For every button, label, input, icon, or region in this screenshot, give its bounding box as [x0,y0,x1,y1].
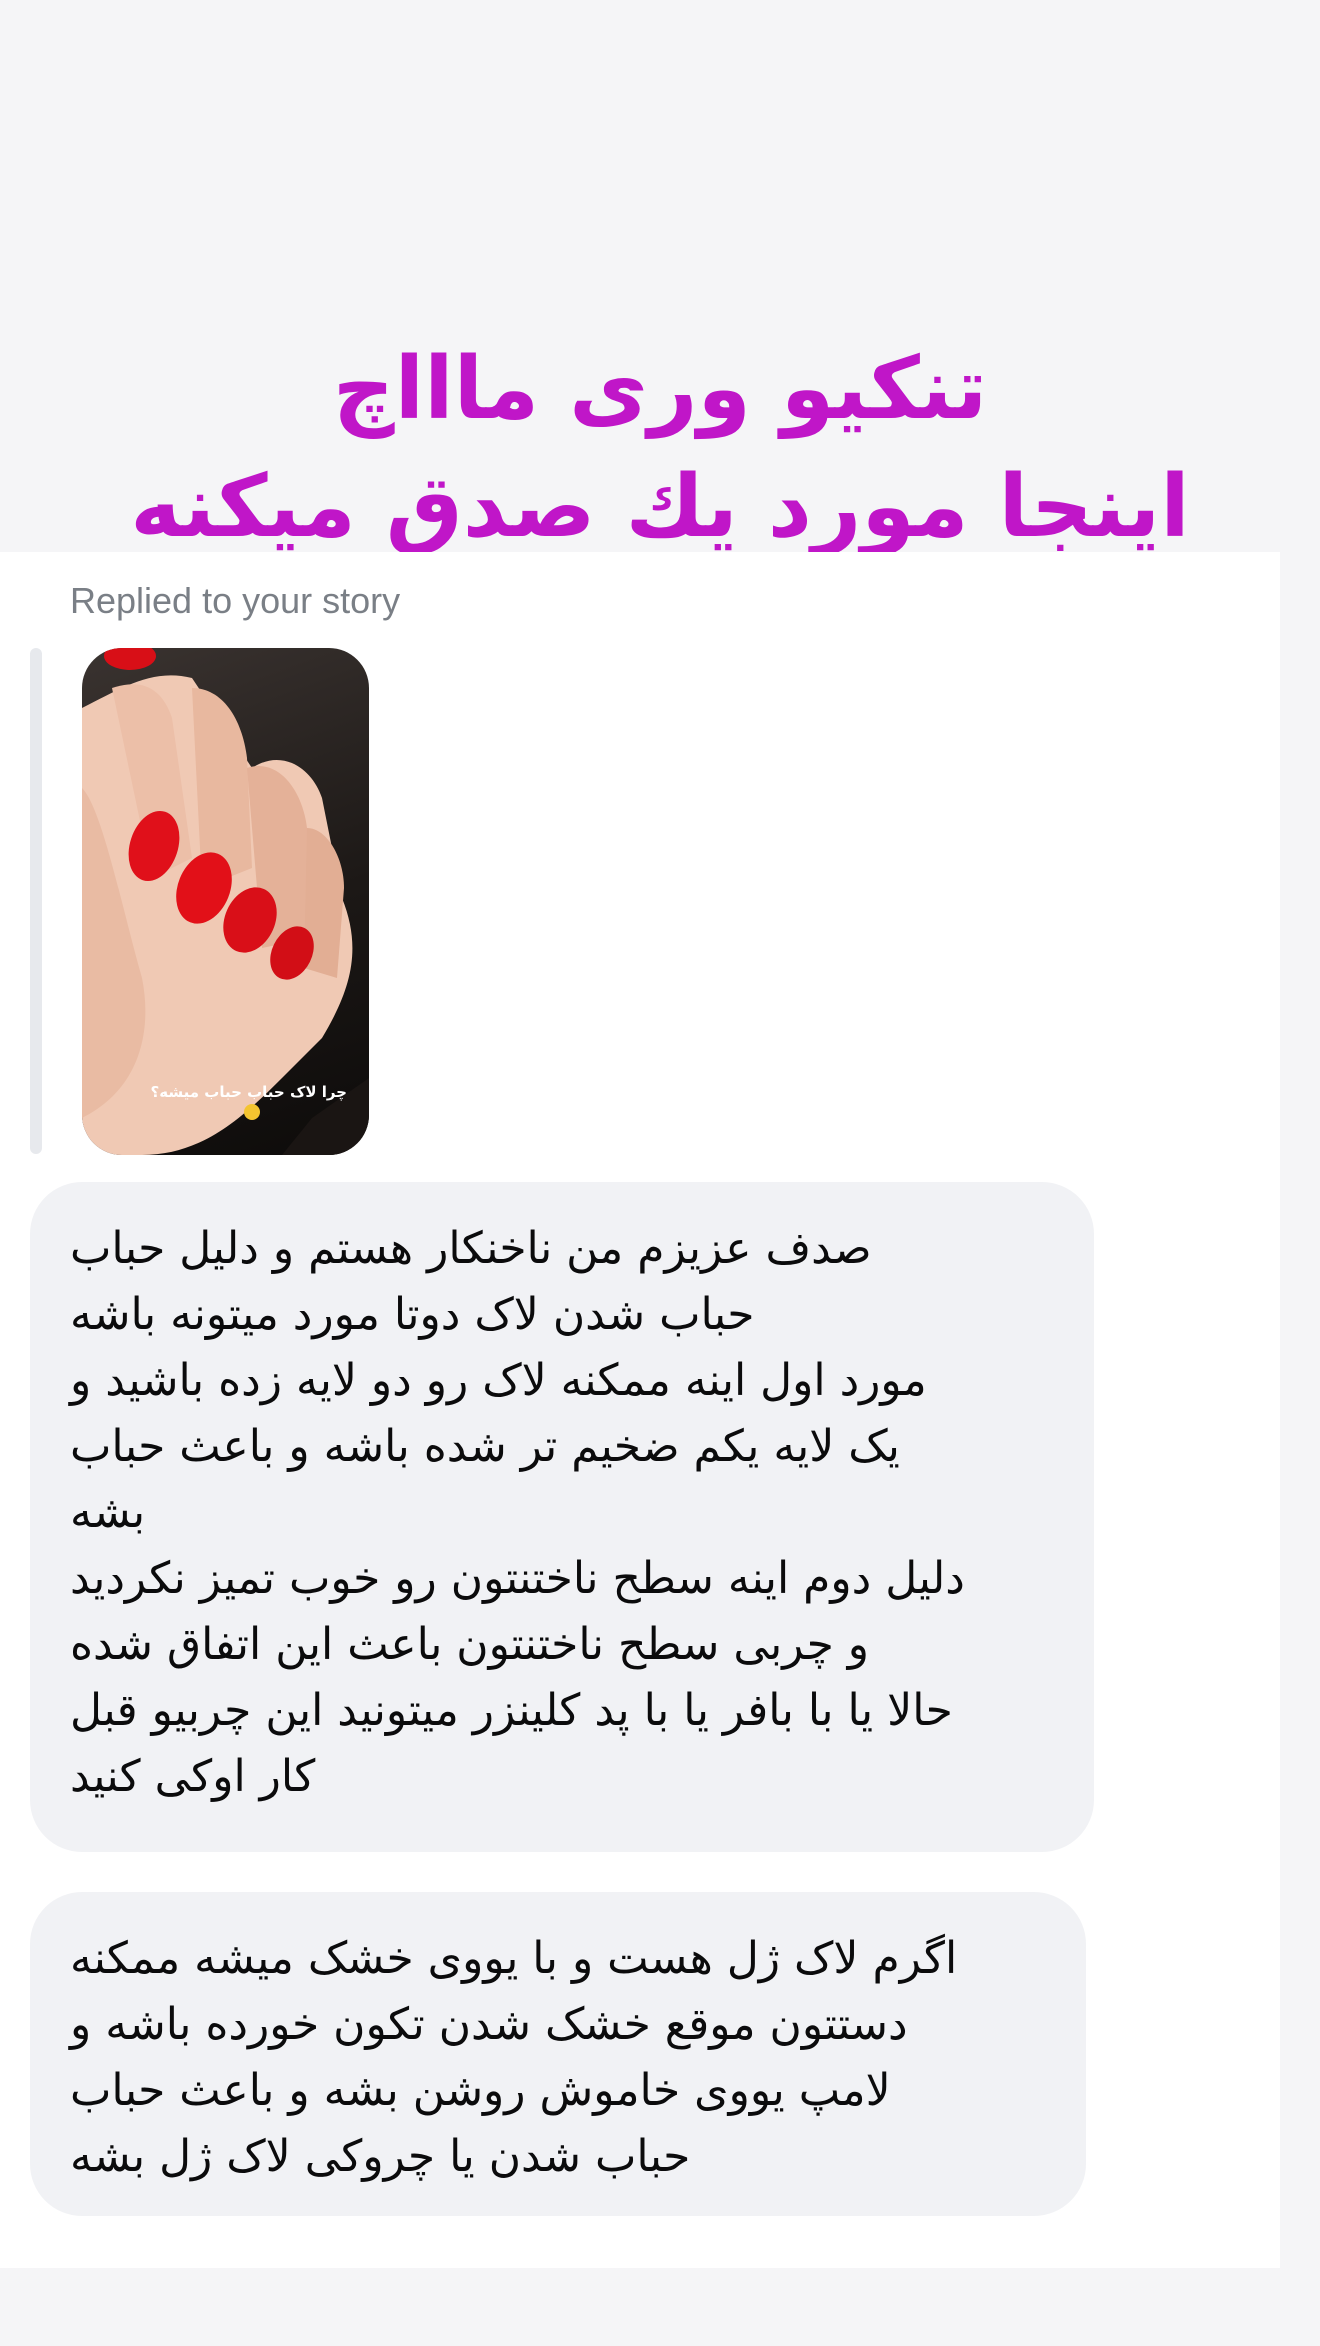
overlay-line-1: تنکیو وری ماااچ [332,339,988,439]
message-line: مورد اول اینه ممکنه لاک رو دو لایه زده ب… [70,1355,927,1406]
message-line: بشه [70,1487,146,1538]
story-thumbnail[interactable]: چرا لاک حباب حباب میشه؟ [82,648,369,1155]
message-line: حباب شدن لاک دوتا مورد میتونه باشه [70,1289,755,1340]
story-overlay-text: تنکیو وری ماااچ اینجا مورد یك صدق میکنه [0,330,1320,566]
message-line: و چربی سطح ناختنتون باعث این اتفاق شده [70,1619,870,1670]
message-line: اگرم لاک ژل هست و با یووی خشک میشه ممکنه [70,1933,958,1984]
overlay-line-2: اینجا مورد یك صدق میکنه [130,457,1190,557]
message-line: دستتون موقع خشک شدن تکون خورده باشه و [70,1999,908,2050]
message-line: حالا یا با بافر یا با پد کلینزر میتونید … [70,1685,953,1736]
message-line: یک لایه یکم ضخیم تر شده باشه و باعث حباب [70,1421,900,1472]
message-bubble[interactable]: اگرم لاک ژل هست و با یووی خشک میشه ممکنه… [30,1892,1086,2216]
reply-indicator-bar [30,648,42,1154]
message-line: حباب شدن یا چروکی لاک ژل بشه [70,2131,691,2182]
replied-to-story-label: Replied to your story [70,580,401,621]
message-bubble[interactable]: صدف عزیزم من ناخنکار هستم و دلیل حباب حب… [30,1182,1094,1852]
smiley-emoji-icon [244,1104,260,1120]
message-line: صدف عزیزم من ناخنکار هستم و دلیل حباب [70,1223,872,1274]
hand-with-red-nails-image [82,648,369,1155]
message-line: دلیل دوم اینه سطح ناختنتون رو خوب تمیز ن… [70,1553,965,1604]
message-line: لامپ یووی خاموش روشن بشه و باعث حباب [70,2065,891,2116]
story-caption: چرا لاک حباب حباب میشه؟ [150,1083,347,1101]
message-line: کار اوکی کنید [70,1751,316,1802]
